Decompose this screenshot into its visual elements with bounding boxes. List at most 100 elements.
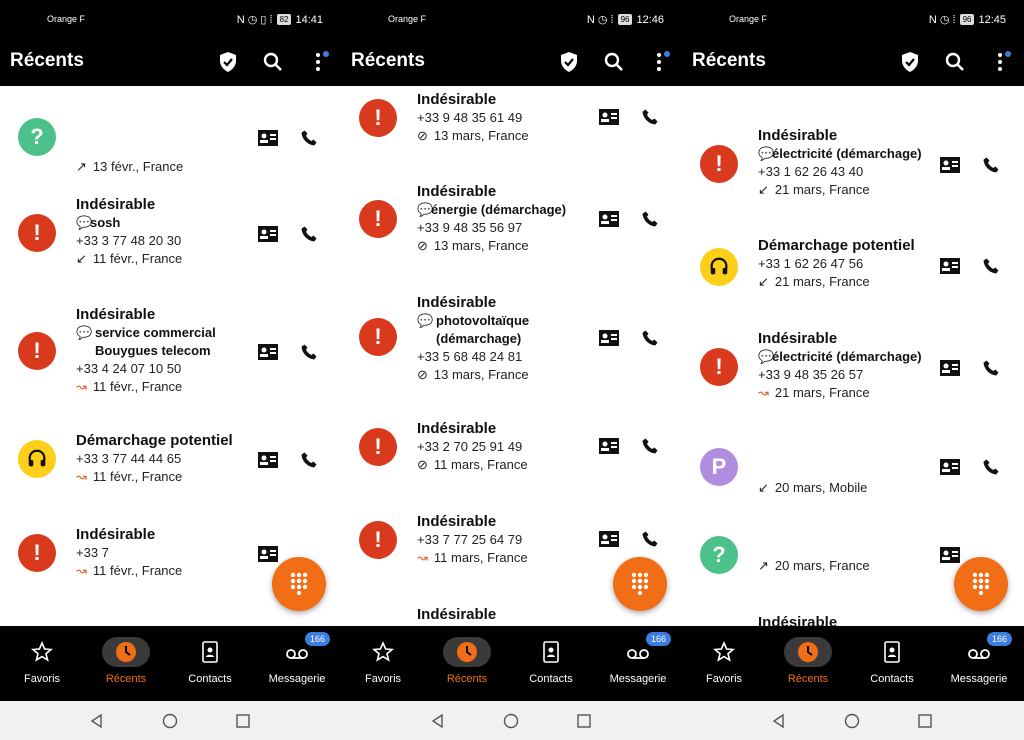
nav-favoris[interactable]: Favoris [343,626,423,701]
nav-messagerie[interactable]: 166 Messagerie [598,626,678,701]
phone-number: +33 3 77 48 20 30 [76,233,182,248]
phone-number: +33 3 77 44 44 65 [76,451,182,466]
phone-icon[interactable] [982,257,1000,275]
status-bar: Orange F N ◷ ▯ ⁞ 82 14:41 [0,0,341,40]
call-meta: 21 mars, France [774,182,870,197]
contact-card-icon[interactable] [599,109,619,125]
comment-icon: 💬 [758,146,775,161]
nav-label: Contacts [529,673,573,685]
star-icon [712,640,736,662]
nav-favoris[interactable]: Favoris [684,626,764,701]
caller-name: Indésirable [76,196,156,213]
nav-contacts[interactable]: Contacts [170,626,250,701]
dialpad-icon [972,572,990,596]
home-icon[interactable] [844,713,860,729]
search-icon[interactable] [602,50,626,74]
clock-icon [457,642,477,662]
caller-name: Indésirable [76,306,156,323]
dialpad-button[interactable] [954,557,1008,611]
contact-card-icon[interactable] [258,130,278,146]
back-icon[interactable] [430,713,446,729]
call-meta: 13 mars, France [433,238,529,253]
contact-card-icon[interactable] [940,459,960,475]
nav-label: Contacts [870,673,914,685]
phone-icon[interactable] [641,530,659,548]
status-bar: Orange F N ◷ ⁞ 96 12:45 [682,0,1024,40]
recent-apps-icon[interactable] [576,713,592,729]
nav-contacts[interactable]: Contacts [511,626,591,701]
nav-label: Favoris [705,673,743,685]
nav-contacts[interactable]: Contacts [852,626,932,701]
app-bar: Récents [0,40,341,86]
nav-messagerie[interactable]: 166 Messagerie [257,626,337,701]
dialpad-button[interactable] [613,557,667,611]
phone-icon[interactable] [300,451,318,469]
call-meta: 11 mars, France [433,457,528,472]
carrier-label: Orange F [729,14,768,24]
caller-name: Indésirable [417,420,497,437]
contact-card-icon[interactable] [599,330,619,346]
search-icon[interactable] [261,50,285,74]
dialpad-button[interactable] [272,557,326,611]
voicemail-icon [968,649,990,659]
back-icon[interactable] [771,713,787,729]
more-options-icon[interactable] [306,50,330,74]
nav-recents[interactable]: Récents [768,626,848,701]
contact-card-icon[interactable] [258,452,278,468]
back-icon[interactable] [89,713,105,729]
phone-number: +33 1 62 26 47 56 [758,256,864,271]
outgoing-call-icon: ↗ [76,159,87,174]
nav-label: Messagerie [609,673,667,685]
blocked-call-icon: ⊘ [417,457,428,472]
nav-messagerie[interactable]: 166 Messagerie [939,626,1019,701]
blocked-call-icon: ⊘ [417,238,428,253]
nav-label: Messagerie [268,673,326,685]
phone-icon[interactable] [641,210,659,228]
voicemail-icon [627,649,649,659]
phone-icon[interactable] [300,343,318,361]
shield-icon[interactable] [898,50,922,74]
avatar: ! [700,145,738,183]
caller-tag: service commercial Bouygues telecom [95,325,216,358]
nav-label: Récents [446,673,488,685]
clock: 12:46 [636,13,664,26]
contact-card-icon[interactable] [599,438,619,454]
missed-call-icon: ↝ [76,563,87,578]
contacts-icon [884,641,900,663]
recent-apps-icon[interactable] [235,713,251,729]
contact-card-icon[interactable] [940,360,960,376]
nav-favoris[interactable]: Favoris [2,626,82,701]
phone-icon[interactable] [641,329,659,347]
search-icon[interactable] [943,50,967,74]
recent-apps-icon[interactable] [917,713,933,729]
phone-icon[interactable] [300,225,318,243]
voicemail-count-badge: 166 [305,632,331,646]
home-icon[interactable] [162,713,178,729]
contact-card-icon[interactable] [940,157,960,173]
phone-icon[interactable] [982,458,1000,476]
recent-calls-list: ! Indésirable 💬 électricité (démarchage) … [682,86,1024,626]
shield-icon[interactable] [216,50,240,74]
nav-label: Récents [105,673,147,685]
nav-recents[interactable]: Récents [427,626,507,701]
caller-name: Indésirable [417,606,497,623]
more-options-icon[interactable] [647,50,671,74]
phone-icon[interactable] [982,359,1000,377]
phone-icon[interactable] [641,108,659,126]
contact-card-icon[interactable] [599,531,619,547]
contact-card-icon[interactable] [940,258,960,274]
nav-label: Favoris [23,673,61,685]
contact-card-icon[interactable] [258,344,278,360]
phone-icon[interactable] [982,156,1000,174]
home-icon[interactable] [503,713,519,729]
more-options-icon[interactable] [988,50,1012,74]
shield-icon[interactable] [557,50,581,74]
nav-recents[interactable]: Récents [86,626,166,701]
contact-card-icon[interactable] [599,211,619,227]
contact-card-icon[interactable] [258,226,278,242]
page-title: Récents [10,50,84,71]
battery-indicator: 96 [959,14,975,25]
phone-icon[interactable] [300,129,318,147]
phone-number: +33 9 48 35 26 57 [758,367,864,382]
phone-icon[interactable] [641,437,659,455]
